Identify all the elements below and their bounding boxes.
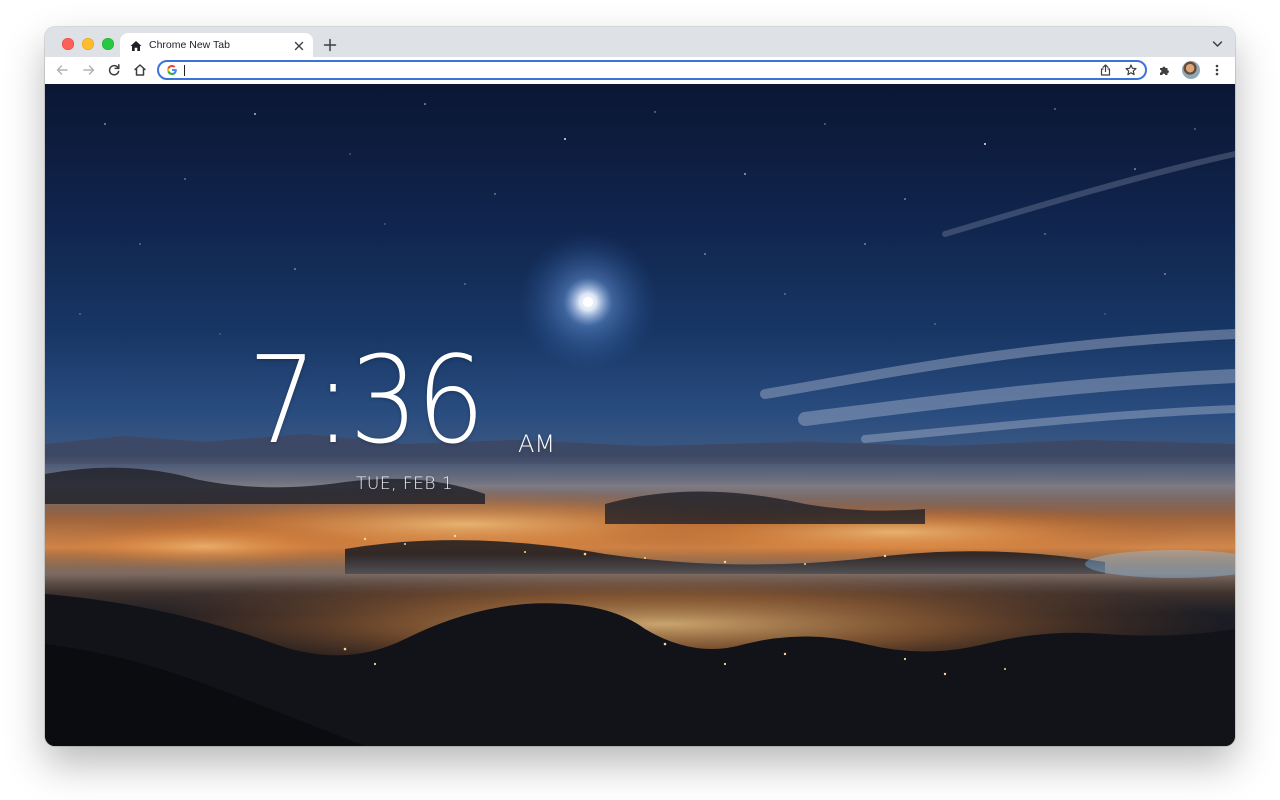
tab-title: Chrome New Tab	[149, 39, 230, 51]
forward-arrow-icon[interactable]	[82, 63, 96, 77]
text-caret	[184, 65, 185, 76]
bookmark-star-icon[interactable]	[1125, 64, 1137, 76]
extensions-puzzle-icon[interactable]	[1158, 63, 1172, 77]
kebab-menu-icon[interactable]	[1210, 63, 1224, 77]
new-tab-plus-icon[interactable]	[323, 38, 337, 52]
clock-date: TUE, FEB 1	[356, 474, 454, 494]
home-button-icon[interactable]	[133, 63, 147, 77]
clock-widget: 7:36 AM TUE, FEB 1	[248, 332, 555, 495]
back-arrow-icon[interactable]	[55, 63, 69, 77]
tab-search-chevron-icon[interactable]	[1212, 40, 1223, 48]
google-g-icon	[167, 65, 177, 75]
omnibox[interactable]	[157, 60, 1147, 80]
browser-window: Chrome New Tab 7:36 AM TUE, FEB 1	[45, 27, 1235, 746]
toolbar	[45, 57, 1235, 85]
omnibox-input[interactable]	[187, 62, 1087, 78]
window-minimize-button[interactable]	[82, 38, 94, 50]
new-tab-page: 7:36 AM TUE, FEB 1	[45, 84, 1235, 746]
background-landscape-image	[45, 103, 1235, 746]
clock-time: 7:36	[248, 332, 485, 471]
profile-avatar[interactable]	[1182, 61, 1200, 79]
window-close-button[interactable]	[62, 38, 74, 50]
home-icon	[130, 41, 142, 51]
tab-new-tab[interactable]: Chrome New Tab	[120, 33, 313, 59]
clock-ampm: AM	[518, 430, 556, 458]
reload-icon[interactable]	[107, 63, 121, 77]
tab-strip: Chrome New Tab	[45, 27, 1235, 59]
share-icon[interactable]	[1100, 64, 1111, 76]
close-icon[interactable]	[293, 40, 305, 52]
window-maximize-button[interactable]	[102, 38, 114, 50]
